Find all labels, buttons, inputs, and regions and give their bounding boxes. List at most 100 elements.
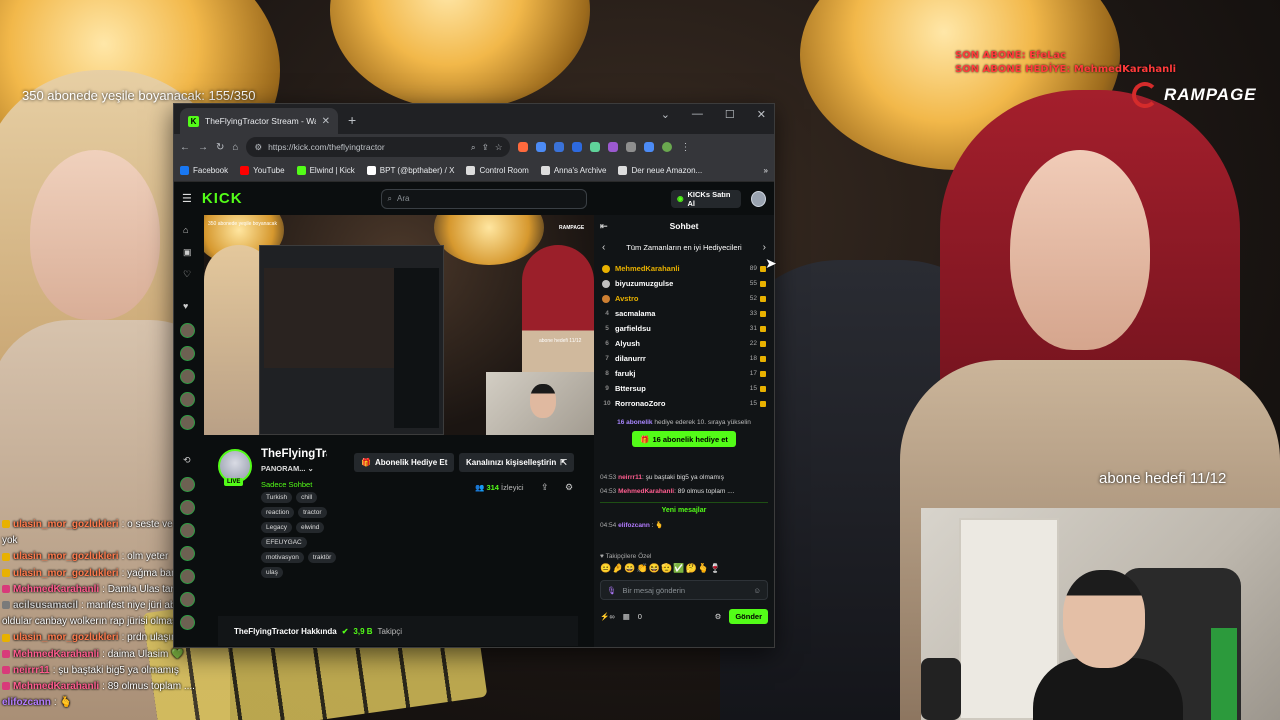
message-user[interactable]: elifozcann	[618, 522, 650, 529]
search-input[interactable]: ⌕ Ara	[380, 188, 587, 209]
extension-icon[interactable]	[608, 142, 619, 152]
about-section[interactable]: TheFlyingTractor Hakkında ✔ 3,9 B Takipç…	[218, 616, 578, 646]
channel-tag[interactable]: Turkish	[261, 492, 293, 503]
leaderboard-row[interactable]: 5 garfieldsu 31	[602, 321, 766, 336]
new-messages-divider[interactable]: Yeni mesajlar	[600, 502, 768, 515]
channel-tag[interactable]: chill	[296, 492, 318, 503]
buy-kicks-button[interactable]: ◉ KICKs Satın Al	[670, 189, 742, 208]
chevron-left-icon[interactable]: ‹	[602, 242, 605, 253]
chat-settings-icon[interactable]: ⚙	[715, 612, 722, 621]
followed-channel-avatar[interactable]	[180, 323, 195, 338]
stream-video-player[interactable]: 350 abonede yeşile boyanacak RAMPAGE abo…	[204, 215, 594, 435]
extension-icon[interactable]	[518, 142, 529, 152]
new-tab-icon[interactable]: +	[348, 112, 356, 128]
site-info-icon[interactable]: ⚙	[254, 142, 262, 153]
message-user[interactable]: MehmedKarahanli	[618, 488, 674, 495]
recommended-channel-avatar[interactable]	[180, 546, 195, 561]
kick-logo[interactable]: KICK	[202, 190, 243, 207]
channel-points-icon[interactable]: ▦	[623, 612, 630, 621]
home-icon[interactable]: ⌂	[232, 142, 238, 153]
followed-channel-avatar[interactable]	[180, 415, 195, 430]
home-icon[interactable]: ⌂	[183, 225, 188, 235]
channel-tag[interactable]: reaction	[261, 507, 295, 518]
extension-icon[interactable]	[572, 142, 583, 152]
user-avatar[interactable]	[751, 190, 766, 207]
followed-channel-avatar[interactable]	[180, 392, 195, 407]
bookmark-item[interactable]: Der neue Amazon...	[618, 166, 702, 175]
user-settings-icon[interactable]: ⚙	[565, 482, 573, 493]
share-icon[interactable]: ⇪	[482, 142, 489, 153]
collapse-chat-icon[interactable]: ⇤	[600, 221, 608, 232]
leaderboard-row[interactable]: 9 Bttersup 15	[602, 381, 766, 396]
leaderboard-row[interactable]: 6 Alyush 22	[602, 336, 766, 351]
recommended-channel-avatar[interactable]	[180, 477, 195, 492]
forward-icon[interactable]: →	[198, 142, 208, 153]
followed-channel-avatar[interactable]	[180, 369, 195, 384]
bookmark-item[interactable]: Control Room	[466, 166, 529, 175]
following-icon[interactable]: ♡	[183, 269, 191, 280]
leaderboard-row[interactable]: biyuzumuzgulse 55	[602, 276, 766, 291]
address-bar[interactable]: ⚙ https://kick.com/theflyingtractor ⌕ ⇪ …	[246, 137, 511, 157]
menu-dots-icon[interactable]: ⋮	[680, 142, 690, 153]
tab-list-icon[interactable]: ⌄	[661, 108, 670, 121]
channel-tag[interactable]: traktör	[307, 552, 337, 563]
extension-icon[interactable]	[554, 142, 565, 152]
message-user[interactable]: neirrr11	[618, 474, 642, 481]
leaderboard-row[interactable]: Avstro 52	[602, 291, 766, 306]
channel-tag[interactable]: elwind	[295, 522, 325, 533]
gift-subs-button[interactable]: 🎁 16 abonelik hediye et	[632, 431, 736, 447]
leaderboard-row[interactable]: 7 dilanurrr 18	[602, 351, 766, 366]
more-bookmarks-icon[interactable]: »	[764, 166, 768, 175]
channel-tag[interactable]: tractor	[298, 507, 327, 518]
bookmark-star-icon[interactable]: ☆	[495, 142, 503, 153]
channel-tag[interactable]: motivasyon	[261, 552, 304, 563]
leaderboard-row[interactable]: 10 RorronaoZoro 15	[602, 396, 766, 411]
maximize-icon[interactable]: ☐	[725, 108, 735, 121]
hamburger-menu-icon[interactable]: ☰	[182, 192, 192, 205]
profile-avatar-icon[interactable]	[662, 142, 673, 152]
channel-tag[interactable]: EFEUYGAC	[261, 537, 307, 548]
overlay-chat-line: MehmedKarahanli: 89 olmus toplam ....	[2, 679, 274, 695]
extension-icon[interactable]	[536, 142, 547, 152]
recommended-channel-avatar[interactable]	[180, 615, 195, 630]
extension-icon[interactable]	[626, 142, 637, 152]
emote-picker-row[interactable]: 😐🤌😄👏😆🫡✅🤔🫰🍷	[600, 563, 722, 574]
emoji-icon[interactable]: ☺	[753, 586, 761, 595]
bookmark-item[interactable]: BPT (@bpthaber) / X	[366, 166, 454, 175]
extension-icon[interactable]	[590, 142, 601, 152]
recommended-channel-avatar[interactable]	[180, 500, 195, 515]
leaderboard-row[interactable]: MehmedKarahanli 89	[602, 261, 766, 276]
channel-name[interactable]: TheFlyingTractor	[261, 448, 327, 460]
share-icon[interactable]: ⇪	[541, 482, 549, 493]
recommended-channel-avatar[interactable]	[180, 569, 195, 584]
last-sub-text: SON ABONE: EfeLac	[955, 50, 1067, 61]
tab-close-icon[interactable]: ✕	[322, 116, 330, 127]
customize-channel-button[interactable]: Kanalınızı kişiselleştirin ⇱	[459, 453, 574, 472]
followed-channel-avatar[interactable]	[180, 346, 195, 361]
channel-tag[interactable]: Legacy	[261, 522, 292, 533]
reload-icon[interactable]: ↻	[216, 142, 224, 153]
bookmark-item[interactable]: Facebook	[180, 166, 228, 175]
close-window-icon[interactable]: ✕	[757, 108, 766, 121]
gift-subscription-button[interactable]: 🎁 Abonelik Hediye Et	[354, 453, 455, 472]
recommended-channel-avatar[interactable]	[180, 523, 195, 538]
leaderboard-row[interactable]: 8 farukj 17	[602, 366, 766, 381]
channel-tag[interactable]: ulaş	[261, 567, 283, 578]
bookmark-item[interactable]: Anna's Archive	[540, 166, 606, 175]
chevron-right-icon[interactable]: ›	[763, 242, 766, 253]
bookmark-item[interactable]: YouTube	[240, 166, 285, 175]
browser-tab[interactable]: K TheFlyingTractor Stream - Watch ✕	[180, 108, 338, 134]
bookmark-item[interactable]: Elwind | Kick	[296, 166, 355, 175]
recommended-icon[interactable]: ⟲	[183, 455, 191, 466]
side-panel-icon[interactable]	[644, 142, 655, 152]
browse-icon[interactable]: ▣	[183, 247, 192, 258]
search-icon[interactable]: ⌕	[471, 142, 476, 153]
recommended-channel-avatar[interactable]	[180, 592, 195, 607]
send-button[interactable]: Gönder	[729, 608, 768, 624]
leaderboard-row[interactable]: 4 sacmalama 33	[602, 306, 766, 321]
channel-category[interactable]: PANORAM... ⌄	[261, 464, 314, 473]
back-icon[interactable]: ←	[180, 142, 190, 153]
chat-input[interactable]: 🎙 Bir mesaj gönderin ☺	[600, 580, 768, 600]
minimize-icon[interactable]: —	[692, 108, 703, 121]
kick-points-icon[interactable]: ⚡∞	[600, 612, 615, 621]
